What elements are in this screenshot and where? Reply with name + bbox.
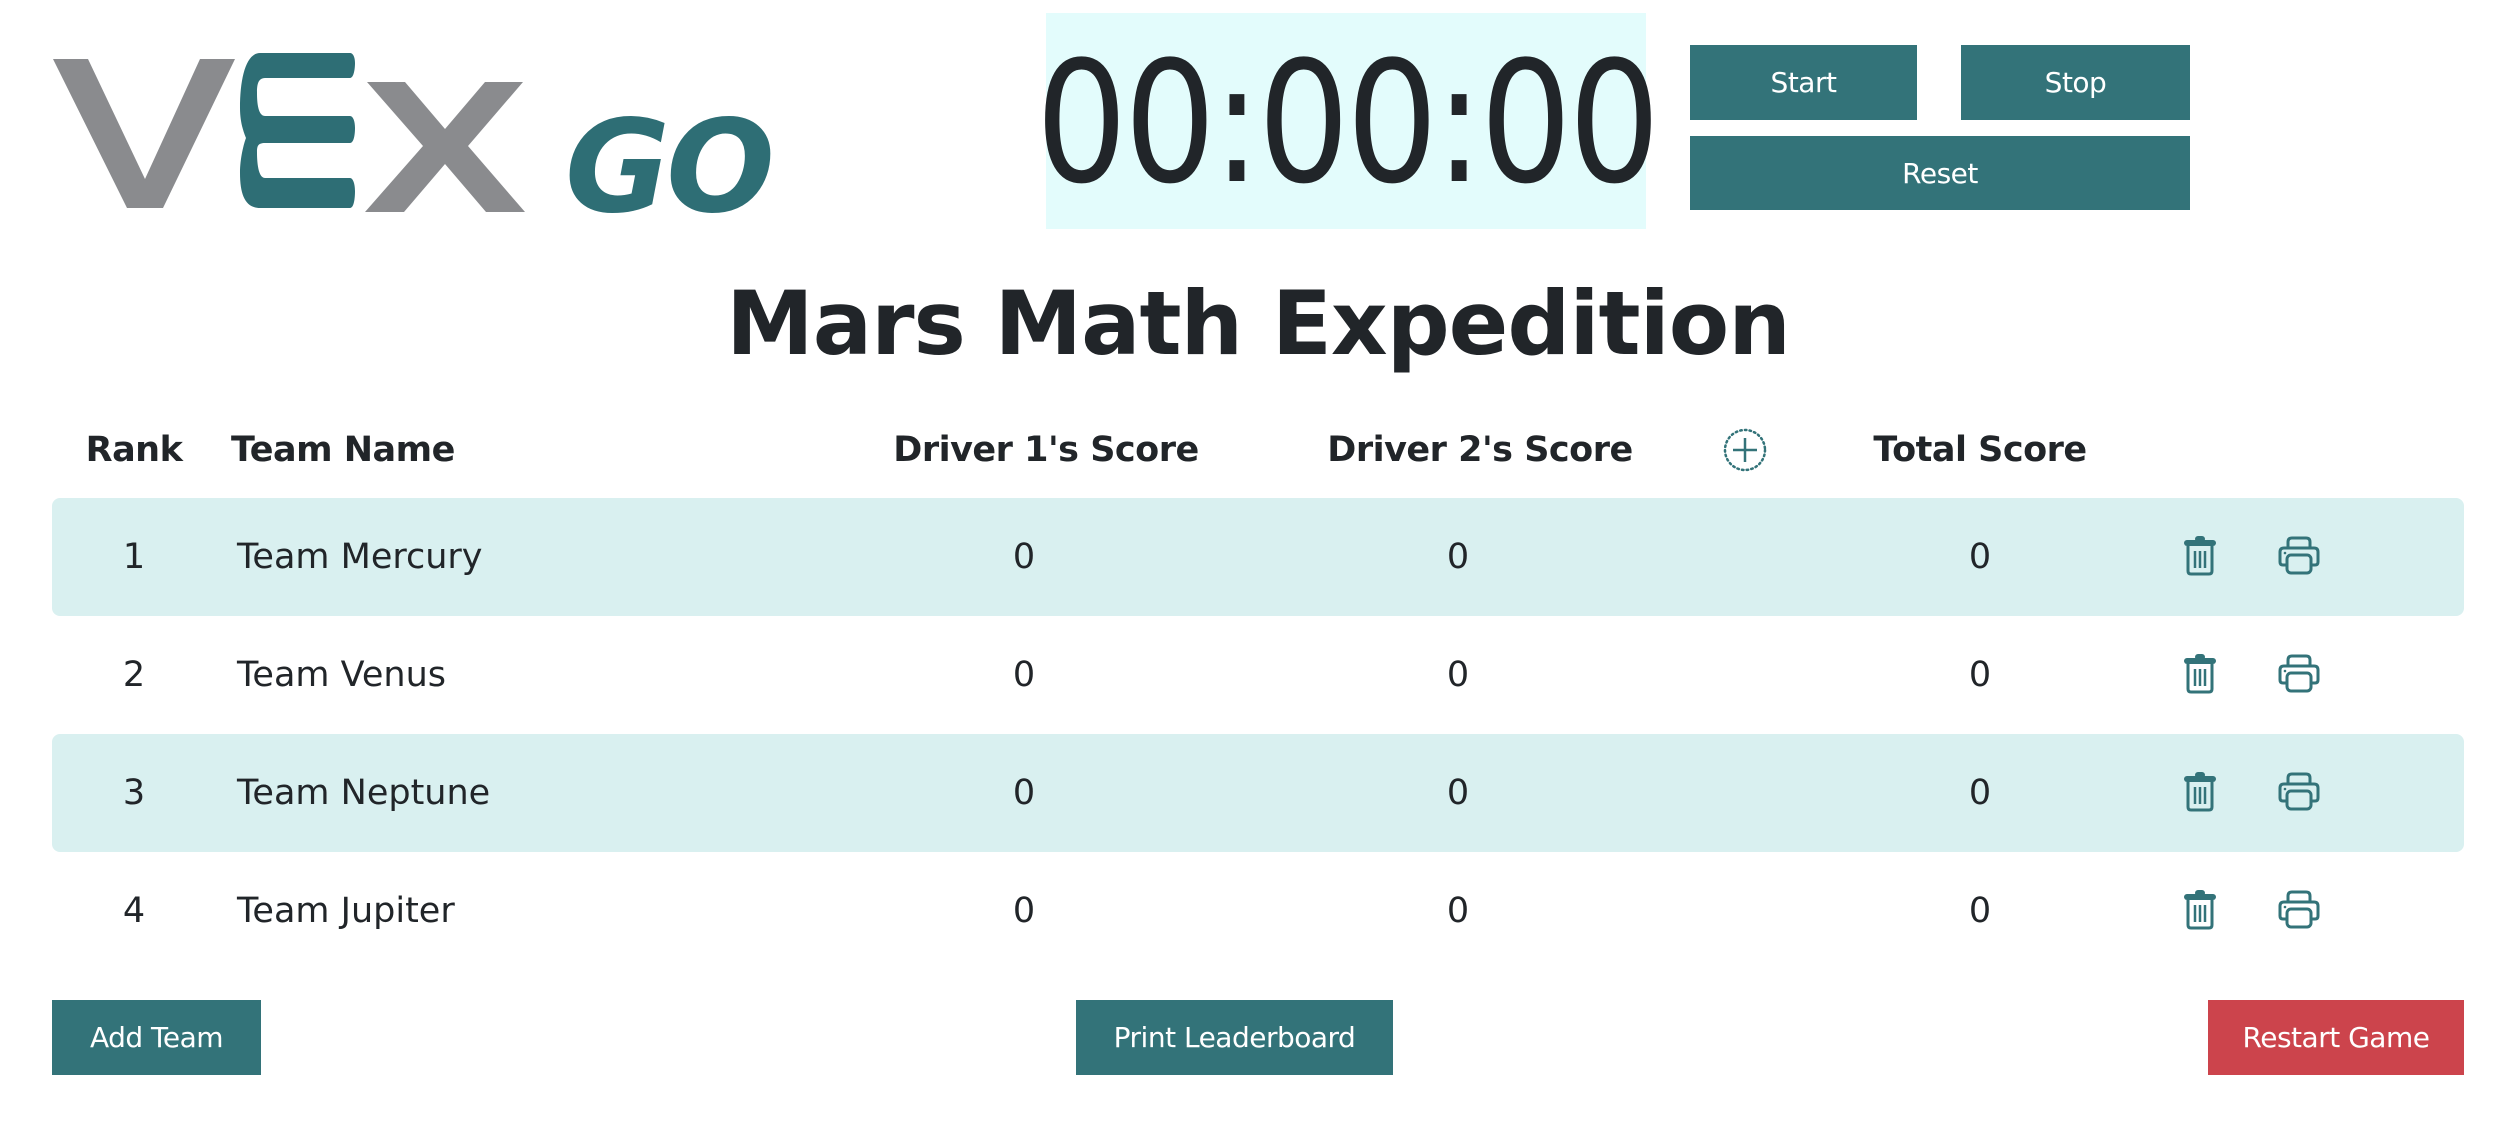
table-row: 3 Team Neptune 0 0 0 xyxy=(52,734,2464,852)
table-row: 2 Team Venus 0 0 0 xyxy=(52,616,2464,734)
header-driver2-score: Driver 2's Score xyxy=(1327,430,1633,470)
printer-icon[interactable] xyxy=(2278,654,2320,694)
header-rank: Rank xyxy=(85,430,183,470)
logo-letter-e xyxy=(240,53,355,208)
driver2-score-cell[interactable]: 0 xyxy=(1447,771,1469,815)
logo-letter-x xyxy=(365,82,525,212)
header-driver1-score: Driver 1's Score xyxy=(893,430,1199,470)
trash-icon[interactable] xyxy=(2183,536,2217,576)
driver2-score-cell[interactable]: 0 xyxy=(1447,889,1469,933)
logo-letter-v xyxy=(53,59,235,208)
logo-go-text: GO xyxy=(565,93,771,213)
driver2-score-cell[interactable]: 0 xyxy=(1447,653,1469,697)
stop-button[interactable]: Stop xyxy=(1961,45,2190,120)
printer-icon[interactable] xyxy=(2278,536,2320,576)
table-row: 1 Team Mercury 0 0 0 xyxy=(52,498,2464,616)
table-row: 4 Team Jupiter 0 0 0 xyxy=(52,852,2464,970)
add-team-button[interactable]: Add Team xyxy=(52,1000,261,1075)
rank-cell: 1 xyxy=(122,537,146,577)
add-column-plus-icon[interactable] xyxy=(1723,428,1767,472)
rank-cell: 2 xyxy=(122,655,146,695)
driver1-score-cell[interactable]: 0 xyxy=(1013,771,1035,815)
page-title: Mars Math Expedition xyxy=(726,272,1791,375)
rank-cell: 4 xyxy=(122,891,146,931)
printer-icon[interactable] xyxy=(2278,890,2320,930)
timer-value: 00:00:00 xyxy=(1035,25,1660,221)
driver1-score-cell[interactable]: 0 xyxy=(1013,653,1035,697)
total-score-cell: 0 xyxy=(1968,891,1992,931)
trash-icon[interactable] xyxy=(2183,772,2217,812)
team-name-cell[interactable]: Team Neptune xyxy=(237,771,490,815)
header-total-score: Total Score xyxy=(1873,430,2087,470)
header-team-name: Team Name xyxy=(231,430,455,470)
timer-display: 00:00:00 xyxy=(1035,13,1660,229)
driver2-score-cell[interactable]: 0 xyxy=(1447,535,1469,579)
team-name-cell[interactable]: Team Jupiter xyxy=(237,889,455,933)
restart-game-button[interactable]: Restart Game xyxy=(2208,1000,2464,1075)
team-name-cell[interactable]: Team Mercury xyxy=(237,535,483,579)
total-score-cell: 0 xyxy=(1968,655,1992,695)
vex-go-logo: GO xyxy=(53,53,775,213)
printer-icon[interactable] xyxy=(2278,772,2320,812)
print-leaderboard-button[interactable]: Print Leaderboard xyxy=(1076,1000,1393,1075)
trash-icon[interactable] xyxy=(2183,890,2217,930)
reset-button[interactable]: Reset xyxy=(1690,136,2190,210)
driver1-score-cell[interactable]: 0 xyxy=(1013,535,1035,579)
total-score-cell: 0 xyxy=(1968,537,1992,577)
driver1-score-cell[interactable]: 0 xyxy=(1013,889,1035,933)
rank-cell: 3 xyxy=(122,773,146,813)
team-name-cell[interactable]: Team Venus xyxy=(237,653,446,697)
total-score-cell: 0 xyxy=(1968,773,1992,813)
start-button[interactable]: Start xyxy=(1690,45,1917,120)
trash-icon[interactable] xyxy=(2183,654,2217,694)
